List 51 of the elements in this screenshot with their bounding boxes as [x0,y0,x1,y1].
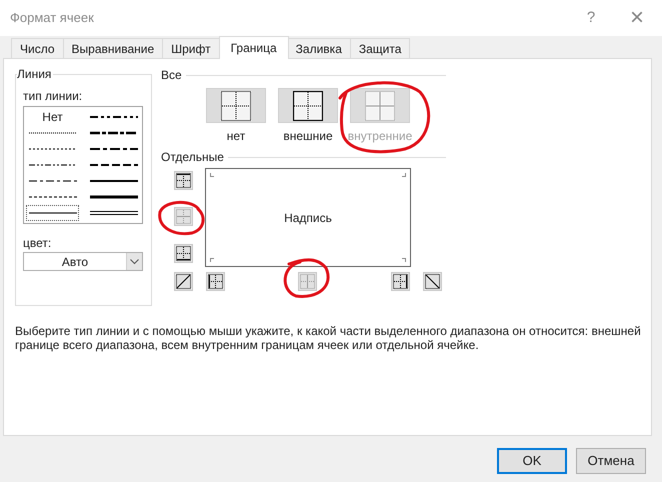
tab[interactable]: Выравнивание [62,38,164,58]
corner-mark-icon [402,173,406,177]
tab[interactable]: Число [11,38,64,58]
border-toggle-button[interactable] [206,272,225,291]
preset-button[interactable] [278,88,338,123]
field-label: цвет: [23,236,52,250]
line-sample-icon [28,178,76,184]
corner-mark-icon [210,173,214,177]
line-sample-icon [90,162,138,168]
line-sample-icon [28,162,76,168]
border-grid-icon [293,90,323,120]
border-toggle-button[interactable] [423,272,442,291]
group-label: Отдельные [161,150,224,164]
group-label: Все [161,68,182,82]
line-style-option[interactable] [26,205,79,221]
line-sample-icon [90,130,138,136]
border-grid-icon [221,90,251,120]
border-toggle-button[interactable] [174,171,193,190]
line-sample-icon [90,178,138,184]
group-label: Линия [17,67,54,81]
tab[interactable]: Защита [350,38,410,58]
preset-button[interactable] [206,88,266,123]
field-label: тип линии: [23,89,84,103]
hint-text: Выберите тип линии и с помощью мыши укажите, к какой части выделенного диапазона он относится: внешней границе всего диапазона, всем внутренним границам ячеек или отдельной ячейке. [15,324,642,352]
corner-mark-icon [210,258,214,262]
border-toggle-button[interactable] [391,272,410,291]
dialog-button[interactable]: Отмена [576,448,646,474]
line-sample-icon [28,146,76,152]
preset-label: нет [226,129,246,143]
color-dropdown[interactable]: Авто [23,252,143,271]
line-sample-icon [90,210,138,216]
preset-label: внутренние [348,129,412,143]
window-title: Формат ячеек [10,9,94,28]
line-sample-icon [28,194,76,200]
border-grid-icon [365,90,395,120]
dialog-button[interactable]: OK [497,448,567,474]
preset-label: внешние [283,129,333,143]
border-toggle-button[interactable] [174,244,193,263]
line-sample-icon [90,194,138,200]
border-toggle-button[interactable] [174,272,193,291]
chevron-down-icon [126,253,142,270]
tab[interactable]: Граница [218,36,289,59]
tab[interactable]: Шрифт [162,38,220,58]
preview-text: Надпись [284,210,332,226]
line-sample-icon [90,146,138,152]
line-sample-icon [28,130,76,136]
line-sample-icon [90,114,138,120]
corner-mark-icon [402,258,406,262]
line-style-option[interactable]: Нет [26,109,79,125]
line-sample-icon [28,210,76,216]
border-preview[interactable]: Надпись [205,168,411,267]
